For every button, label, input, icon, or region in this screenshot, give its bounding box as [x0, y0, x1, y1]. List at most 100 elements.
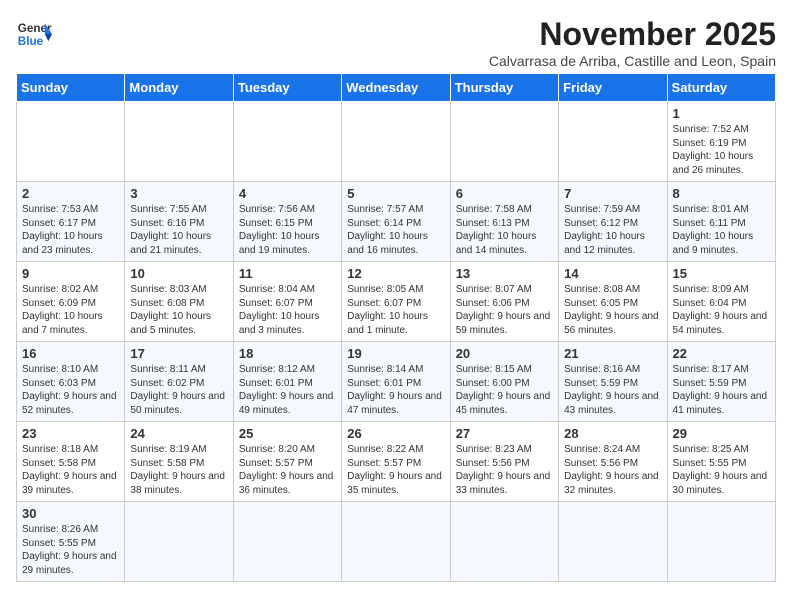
- day-info: Sunrise: 7:53 AM Sunset: 6:17 PM Dayligh…: [22, 203, 119, 257]
- day-cell: 21 Sunrise: 8:16 AM Sunset: 5:59 PM Dayli…: [559, 342, 667, 422]
- day-cell: 4Sunrise: 7:56 AM Sunset: 6:15 PM Daylig…: [233, 182, 341, 262]
- day-number: 30: [22, 506, 119, 521]
- column-header-wednesday: Wednesday: [342, 74, 450, 102]
- day-number: 8: [673, 186, 770, 201]
- day-number: 17: [130, 346, 227, 361]
- day-cell: 14 Sunrise: 8:08 AM Sunset: 6:05 PM Dayli…: [559, 262, 667, 342]
- day-info: Sunrise: 8:22 AM Sunset: 5:57 PM Dayligh…: [347, 443, 444, 497]
- day-info: Sunrise: 8:14 AM Sunset: 6:01 PM Dayligh…: [347, 363, 444, 417]
- day-cell: 2Sunrise: 7:53 AM Sunset: 6:17 PM Daylig…: [17, 182, 125, 262]
- day-info: Sunrise: 8:23 AM Sunset: 5:56 PM Dayligh…: [456, 443, 553, 497]
- column-header-tuesday: Tuesday: [233, 74, 341, 102]
- day-number: 22: [673, 346, 770, 361]
- day-cell: 15 Sunrise: 8:09 AM Sunset: 6:04 PM Dayli…: [667, 262, 775, 342]
- day-info: Sunrise: 8:09 AM Sunset: 6:04 PM Dayligh…: [673, 283, 770, 337]
- day-cell: 30Sunrise: 8:26 AM Sunset: 5:55 PM Dayli…: [17, 502, 125, 582]
- day-number: 12: [347, 266, 444, 281]
- day-cell: 26Sunrise: 8:22 AM Sunset: 5:57 PM Dayli…: [342, 422, 450, 502]
- day-number: 29: [673, 426, 770, 441]
- calendar-subtitle: Calvarrasa de Arriba, Castille and Leon,…: [489, 53, 776, 69]
- day-number: 25: [239, 426, 336, 441]
- day-info: Sunrise: 8:11 AM Sunset: 6:02 PM Dayligh…: [130, 363, 227, 417]
- svg-text:Blue: Blue: [18, 35, 44, 48]
- week-row-4: 16 Sunrise: 8:10 AM Sunset: 6:03 PM Dayli…: [17, 342, 776, 422]
- day-info: Sunrise: 7:52 AM Sunset: 6:19 PM Dayligh…: [673, 123, 770, 177]
- day-number: 21: [564, 346, 661, 361]
- day-cell: 23 Sunrise: 8:18 AM Sunset: 5:58 PM Dayli…: [17, 422, 125, 502]
- day-cell: 27 Sunrise: 8:23 AM Sunset: 5:56 PM Dayli…: [450, 422, 558, 502]
- day-cell: 6Sunrise: 7:58 AM Sunset: 6:13 PM Daylig…: [450, 182, 558, 262]
- day-info: Sunrise: 8:16 AM Sunset: 5:59 PM Dayligh…: [564, 363, 661, 417]
- day-cell: [125, 102, 233, 182]
- column-header-monday: Monday: [125, 74, 233, 102]
- day-info: Sunrise: 8:05 AM Sunset: 6:07 PM Dayligh…: [347, 283, 444, 337]
- day-number: 18: [239, 346, 336, 361]
- day-cell: [667, 502, 775, 582]
- week-row-5: 23 Sunrise: 8:18 AM Sunset: 5:58 PM Dayli…: [17, 422, 776, 502]
- day-info: Sunrise: 8:24 AM Sunset: 5:56 PM Dayligh…: [564, 443, 661, 497]
- day-cell: 9Sunrise: 8:02 AM Sunset: 6:09 PM Daylig…: [17, 262, 125, 342]
- column-header-saturday: Saturday: [667, 74, 775, 102]
- day-cell: 11 Sunrise: 8:04 AM Sunset: 6:07 PM Dayli…: [233, 262, 341, 342]
- day-cell: 20 Sunrise: 8:15 AM Sunset: 6:00 PM Dayli…: [450, 342, 558, 422]
- day-number: 5: [347, 186, 444, 201]
- week-row-1: 1 Sunrise: 7:52 AM Sunset: 6:19 PM Daylig…: [17, 102, 776, 182]
- day-cell: 3 Sunrise: 7:55 AM Sunset: 6:16 PM Daylig…: [125, 182, 233, 262]
- calendar-title: November 2025: [489, 16, 776, 53]
- day-info: Sunrise: 8:08 AM Sunset: 6:05 PM Dayligh…: [564, 283, 661, 337]
- day-cell: 7 Sunrise: 7:59 AM Sunset: 6:12 PM Daylig…: [559, 182, 667, 262]
- day-cell: 28 Sunrise: 8:24 AM Sunset: 5:56 PM Dayli…: [559, 422, 667, 502]
- day-info: Sunrise: 7:55 AM Sunset: 6:16 PM Dayligh…: [130, 203, 227, 257]
- day-info: Sunrise: 8:10 AM Sunset: 6:03 PM Dayligh…: [22, 363, 119, 417]
- day-cell: 22 Sunrise: 8:17 AM Sunset: 5:59 PM Dayli…: [667, 342, 775, 422]
- day-number: 7: [564, 186, 661, 201]
- day-number: 3: [130, 186, 227, 201]
- logo-icon: General Blue: [16, 16, 52, 52]
- day-info: Sunrise: 8:01 AM Sunset: 6:11 PM Dayligh…: [673, 203, 770, 257]
- day-number: 1: [673, 106, 770, 121]
- day-cell: [450, 102, 558, 182]
- day-number: 23: [22, 426, 119, 441]
- day-info: Sunrise: 8:04 AM Sunset: 6:07 PM Dayligh…: [239, 283, 336, 337]
- day-cell: 24 Sunrise: 8:19 AM Sunset: 5:58 PM Dayli…: [125, 422, 233, 502]
- day-number: 24: [130, 426, 227, 441]
- day-cell: 1 Sunrise: 7:52 AM Sunset: 6:19 PM Daylig…: [667, 102, 775, 182]
- day-number: 11: [239, 266, 336, 281]
- day-number: 19: [347, 346, 444, 361]
- day-info: Sunrise: 7:57 AM Sunset: 6:14 PM Dayligh…: [347, 203, 444, 257]
- column-header-friday: Friday: [559, 74, 667, 102]
- day-info: Sunrise: 8:18 AM Sunset: 5:58 PM Dayligh…: [22, 443, 119, 497]
- day-cell: 25 Sunrise: 8:20 AM Sunset: 5:57 PM Dayli…: [233, 422, 341, 502]
- day-number: 16: [22, 346, 119, 361]
- day-info: Sunrise: 8:19 AM Sunset: 5:58 PM Dayligh…: [130, 443, 227, 497]
- column-header-sunday: Sunday: [17, 74, 125, 102]
- day-cell: [342, 102, 450, 182]
- day-cell: [559, 102, 667, 182]
- day-info: Sunrise: 8:07 AM Sunset: 6:06 PM Dayligh…: [456, 283, 553, 337]
- day-info: Sunrise: 7:59 AM Sunset: 6:12 PM Dayligh…: [564, 203, 661, 257]
- day-info: Sunrise: 8:03 AM Sunset: 6:08 PM Dayligh…: [130, 283, 227, 337]
- calendar-table: SundayMondayTuesdayWednesdayThursdayFrid…: [16, 73, 776, 582]
- day-number: 28: [564, 426, 661, 441]
- day-cell: [233, 502, 341, 582]
- day-cell: 5 Sunrise: 7:57 AM Sunset: 6:14 PM Daylig…: [342, 182, 450, 262]
- week-row-2: 2Sunrise: 7:53 AM Sunset: 6:17 PM Daylig…: [17, 182, 776, 262]
- day-cell: [559, 502, 667, 582]
- day-cell: 29Sunrise: 8:25 AM Sunset: 5:55 PM Dayli…: [667, 422, 775, 502]
- day-cell: [17, 102, 125, 182]
- day-info: Sunrise: 8:20 AM Sunset: 5:57 PM Dayligh…: [239, 443, 336, 497]
- day-info: Sunrise: 8:17 AM Sunset: 5:59 PM Dayligh…: [673, 363, 770, 417]
- day-number: 4: [239, 186, 336, 201]
- day-number: 20: [456, 346, 553, 361]
- day-info: Sunrise: 8:15 AM Sunset: 6:00 PM Dayligh…: [456, 363, 553, 417]
- day-info: Sunrise: 7:58 AM Sunset: 6:13 PM Dayligh…: [456, 203, 553, 257]
- week-row-3: 9Sunrise: 8:02 AM Sunset: 6:09 PM Daylig…: [17, 262, 776, 342]
- day-number: 15: [673, 266, 770, 281]
- logo: General Blue: [16, 16, 52, 52]
- title-block: November 2025 Calvarrasa de Arriba, Cast…: [489, 16, 776, 69]
- day-number: 27: [456, 426, 553, 441]
- column-header-thursday: Thursday: [450, 74, 558, 102]
- day-number: 14: [564, 266, 661, 281]
- day-cell: [450, 502, 558, 582]
- day-number: 13: [456, 266, 553, 281]
